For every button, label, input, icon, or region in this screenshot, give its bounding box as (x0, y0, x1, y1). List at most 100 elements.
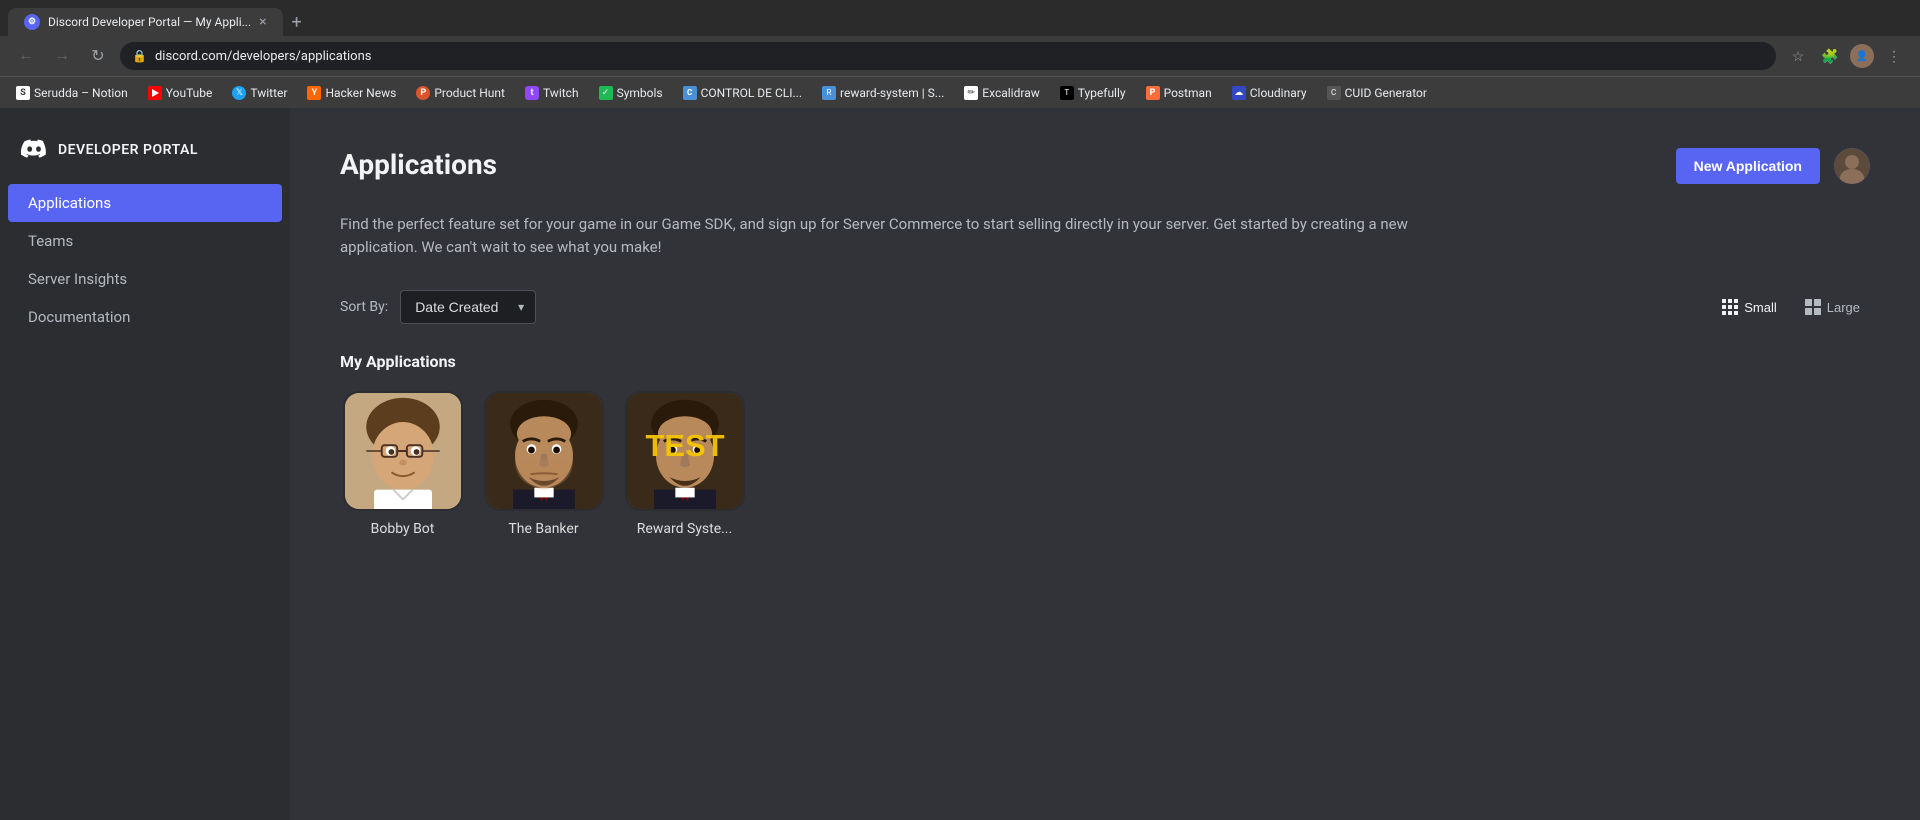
view-toggle: Small Large (1712, 293, 1870, 321)
sidebar: DEVELOPER PORTAL Applications Teams Serv… (0, 108, 290, 820)
bookmark-hackernews[interactable]: Y Hacker News (299, 82, 404, 104)
avatar-image (1834, 148, 1870, 184)
app-icon-reward-system: TEST (625, 391, 745, 511)
bookmark-favicon-serudda: S (16, 86, 30, 100)
bookmark-cuid[interactable]: C CUID Generator (1319, 82, 1435, 104)
app-card-the-banker[interactable]: The Banker (481, 391, 606, 537)
view-small-button[interactable]: Small (1712, 293, 1787, 321)
extensions-button[interactable]: 🧩 (1816, 42, 1844, 70)
active-tab[interactable]: ⚙ Discord Developer Portal — My Appli...… (8, 8, 283, 36)
bookmark-favicon-control: C (683, 86, 697, 100)
bookmark-label-symbols: Symbols (617, 86, 663, 100)
sidebar-item-applications[interactable]: Applications (8, 184, 282, 222)
profile-button[interactable]: 👤 (1848, 42, 1876, 70)
browser-frame: ⚙ Discord Developer Portal — My Appli...… (0, 0, 1920, 108)
bookmark-favicon-twitter: 𝕏 (232, 86, 246, 100)
bookmark-producthunt[interactable]: P Product Hunt (408, 82, 513, 104)
bookmark-label-cloudinary: Cloudinary (1250, 86, 1307, 100)
bookmark-excalidraw[interactable]: ✏ Excalidraw (956, 82, 1047, 104)
app-layout: DEVELOPER PORTAL Applications Teams Serv… (0, 108, 1920, 820)
page-description: Find the perfect feature set for your ga… (340, 213, 1440, 258)
bookmark-serudda[interactable]: S Serudda – Notion (8, 82, 136, 104)
bookmark-typefully[interactable]: T Typefully (1052, 82, 1134, 104)
reload-button[interactable]: ↻ (84, 42, 112, 70)
bookmark-label-youtube: YouTube (166, 86, 213, 100)
sidebar-item-server-insights[interactable]: Server Insights (8, 260, 282, 298)
bookmark-label-cuid: CUID Generator (1345, 86, 1427, 100)
sort-label: Sort By: (340, 299, 388, 315)
bookmark-label-reward: reward-system | S... (840, 86, 944, 100)
address-bar[interactable]: 🔒 discord.com/developers/applications (120, 42, 1776, 70)
bookmark-favicon-producthunt: P (416, 86, 430, 100)
bookmark-symbols[interactable]: ✓ Symbols (591, 82, 671, 104)
app-name-the-banker: The Banker (508, 521, 578, 537)
small-grid-icon (1722, 299, 1738, 315)
back-button[interactable]: ← (12, 42, 40, 70)
lock-icon: 🔒 (132, 49, 147, 63)
bookmark-favicon-typefully: T (1060, 86, 1074, 100)
app-name-bobby-bot: Bobby Bot (371, 521, 435, 537)
new-application-button[interactable]: New Application (1676, 148, 1820, 184)
page-title: Applications (340, 148, 497, 181)
large-grid-icon (1805, 299, 1821, 315)
sort-select-wrapper: Date Created Name (400, 290, 536, 324)
bookmarks-bar: S Serudda – Notion YouTube 𝕏 Twitter Y H… (0, 76, 1920, 108)
browser-actions: ☆ 🧩 👤 ⋮ (1784, 42, 1908, 70)
bookmark-label-control: CONTROL DE CLI... (701, 86, 802, 100)
apps-grid: Bobby Bot (340, 391, 1870, 537)
bookmark-favicon-reward: R (822, 86, 836, 100)
bookmark-favicon-youtube (148, 86, 162, 100)
sidebar-item-teams[interactable]: Teams (8, 222, 282, 260)
reward-system-image: TEST (627, 393, 743, 509)
bookmark-favicon-symbols: ✓ (599, 86, 613, 100)
view-large-label: Large (1827, 300, 1860, 315)
bookmark-label-producthunt: Product Hunt (434, 86, 505, 100)
sidebar-header: DEVELOPER PORTAL (0, 124, 290, 184)
app-icon-bobby-bot (343, 391, 463, 511)
bookmark-control[interactable]: C CONTROL DE CLI... (675, 82, 810, 104)
bookmark-label-hackernews: Hacker News (325, 86, 396, 100)
bookmark-favicon-hackernews: Y (307, 86, 321, 100)
reward-face: TEST (627, 393, 743, 509)
main-content: Applications New Application Find the pe… (290, 108, 1920, 820)
bookmark-twitch[interactable]: t Twitch (517, 82, 587, 104)
browser-toolbar: ← → ↻ 🔒 discord.com/developers/applicati… (0, 36, 1920, 76)
bookmark-label-postman: Postman (1164, 86, 1212, 100)
new-tab-button[interactable]: + (283, 8, 311, 36)
bookmark-cloudinary[interactable]: ☁ Cloudinary (1224, 82, 1315, 104)
app-name-reward-system: Reward Syste... (637, 521, 732, 537)
bookmark-youtube[interactable]: YouTube (140, 82, 221, 104)
bookmark-favicon-cloudinary: ☁ (1232, 86, 1246, 100)
bookmark-reward[interactable]: R reward-system | S... (814, 82, 952, 104)
bookmark-label-excalidraw: Excalidraw (982, 86, 1039, 100)
sidebar-item-label-teams: Teams (28, 232, 73, 250)
sort-section: Sort By: Date Created Name (340, 290, 536, 324)
applications-section: My Applications (340, 352, 1870, 537)
svg-text:TEST: TEST (645, 428, 724, 463)
app-icon-the-banker (484, 391, 604, 511)
tab-close-button[interactable]: × (259, 14, 266, 30)
menu-button[interactable]: ⋮ (1880, 42, 1908, 70)
bookmark-twitter[interactable]: 𝕏 Twitter (224, 82, 295, 104)
view-small-label: Small (1744, 300, 1777, 315)
sidebar-item-documentation[interactable]: Documentation (8, 298, 282, 336)
toolbar: Sort By: Date Created Name (340, 290, 1870, 324)
browser-tabs: ⚙ Discord Developer Portal — My Appli...… (0, 0, 1920, 36)
app-card-reward-system[interactable]: TEST Reward Syste... (622, 391, 747, 537)
user-avatar[interactable] (1834, 148, 1870, 184)
bobby-bot-face (345, 393, 461, 509)
bookmark-star-button[interactable]: ☆ (1784, 42, 1812, 70)
tab-favicon: ⚙ (24, 14, 40, 30)
discord-logo-icon (20, 136, 48, 164)
bookmark-label-twitter: Twitter (250, 86, 287, 100)
forward-button[interactable]: → (48, 42, 76, 70)
bookmark-label-typefully: Typefully (1078, 86, 1126, 100)
app-card-bobby-bot[interactable]: Bobby Bot (340, 391, 465, 537)
sort-select[interactable]: Date Created Name (400, 290, 536, 324)
sidebar-item-label-applications: Applications (28, 194, 111, 212)
sidebar-item-label-documentation: Documentation (28, 308, 130, 326)
view-large-button[interactable]: Large (1795, 293, 1870, 321)
header-actions: New Application (1676, 148, 1870, 184)
bookmark-favicon-excalidraw: ✏ (964, 86, 978, 100)
bookmark-postman[interactable]: P Postman (1138, 82, 1220, 104)
